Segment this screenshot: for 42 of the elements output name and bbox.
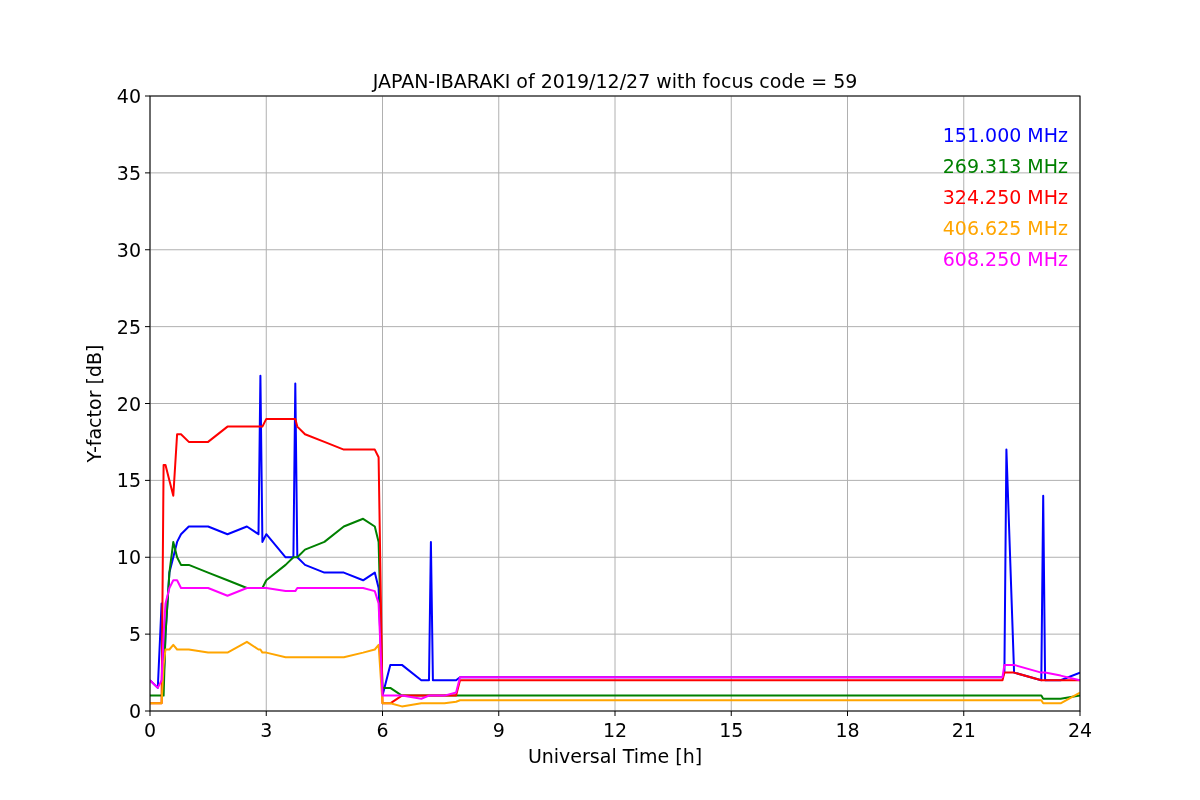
tick-mark xyxy=(1079,710,1081,717)
tick-mark xyxy=(144,95,151,97)
legend-label: 324.250 MHz xyxy=(942,186,1068,208)
x-tick-label: 24 xyxy=(1067,719,1093,741)
tick-mark xyxy=(730,710,732,717)
y-tick-label: 5 xyxy=(128,623,141,646)
tick-mark xyxy=(144,556,151,558)
tick-mark xyxy=(144,403,151,404)
x-tick-label: 9 xyxy=(492,719,505,741)
tick-mark xyxy=(498,710,500,717)
y-tick-label: 20 xyxy=(116,392,141,415)
y-tick-label: 35 xyxy=(116,161,141,184)
x-tick-label: 0 xyxy=(143,719,157,741)
x-tick-label: 6 xyxy=(376,719,389,741)
x-tick-label: 12 xyxy=(602,719,628,741)
tick-mark xyxy=(144,172,151,174)
x-axis-label: Universal Time [h] xyxy=(527,745,703,767)
x-tick-label: 3 xyxy=(260,719,273,741)
tick-mark xyxy=(144,633,151,635)
x-tick-label: 15 xyxy=(719,719,744,741)
tick-mark xyxy=(963,710,965,717)
legend-label: 269.313 MHz xyxy=(942,155,1068,177)
y-tick-label: 40 xyxy=(116,85,141,107)
x-tick-label: 18 xyxy=(835,719,860,741)
legend-label: 151.000 MHz xyxy=(942,124,1068,146)
y-tick-label: 30 xyxy=(116,238,141,261)
chart-title: JAPAN-IBARAKI of 2019/12/27 with focus code = 59 xyxy=(372,70,858,92)
y-tick-label: 15 xyxy=(116,469,141,492)
legend-label: 608.250 MHz xyxy=(942,248,1068,270)
legend-label: 406.625 MHz xyxy=(942,217,1068,239)
y-tick-label: 25 xyxy=(116,315,141,338)
tick-mark xyxy=(144,479,151,481)
tick-mark xyxy=(265,710,267,717)
tick-mark xyxy=(382,710,383,717)
tick-mark xyxy=(847,710,848,717)
y-axis-label: Y-factor [dB] xyxy=(83,344,105,463)
tick-mark xyxy=(144,249,151,251)
y-tick-label: 0 xyxy=(128,700,141,722)
tick-mark xyxy=(144,326,151,328)
y-tick-label: 10 xyxy=(116,546,141,569)
tick-mark xyxy=(614,710,616,717)
x-tick-label: 21 xyxy=(951,719,976,741)
